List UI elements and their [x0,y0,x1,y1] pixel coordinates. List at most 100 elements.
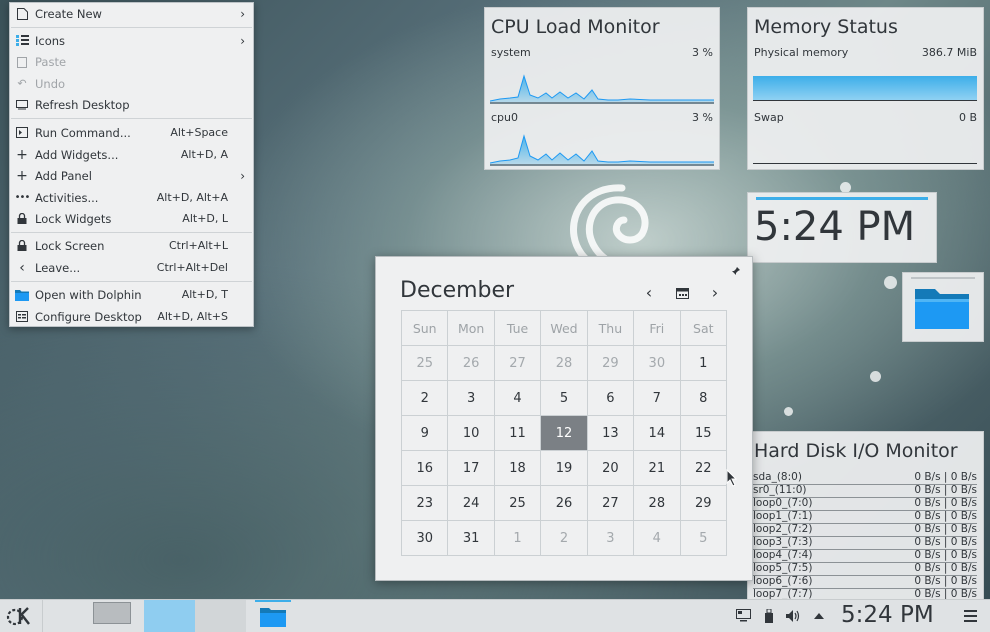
menu-item-label: Lock Widgets [35,211,112,226]
menu-item-shortcut: Alt+D, L [182,212,228,225]
calendar-day[interactable]: 11 [493,415,542,451]
memory-status-widget[interactable]: Memory Status Physical memory 386.7 MiB … [747,7,984,170]
calendar-day[interactable]: 25 [493,485,542,521]
calendar-day[interactable]: 13 [586,415,635,451]
calendar-day[interactable]: 7 [633,380,681,416]
calendar-day[interactable]: 3 [447,380,495,416]
icons-view-icon [15,34,29,48]
hdd-rate: 0 B/s | 0 B/s [914,510,977,522]
calendar-day[interactable]: 26 [447,345,495,381]
calendar-day[interactable]: 30 [633,345,681,381]
calendar-popup: December ‹ › Sun Mon Tue Wed Thu Fri Sat… [375,256,753,581]
hard-disk-io-monitor-widget[interactable]: Hard Disk I/O Monitor sda_(8:0) 0 B/s | 0… [747,431,984,601]
calendar-day[interactable]: 4 [493,380,542,416]
menu-item-run-command[interactable]: Run Command... Alt+Space [10,122,253,143]
menu-item-open-with-dolphin[interactable]: Open with Dolphin Alt+D, T [10,284,253,305]
menu-item-shortcut: Alt+D, Alt+S [157,310,228,323]
weekday-label: Sun [400,310,449,346]
calendar-day[interactable]: 10 [447,415,495,451]
device-notifier-icon[interactable] [761,608,777,624]
virtual-desktop-2[interactable] [144,600,195,632]
application-launcher-button[interactable] [6,603,34,629]
calendar-day[interactable]: 28 [540,345,588,381]
calendar-day[interactable]: 1 [679,345,728,381]
cpu-load-monitor-widget[interactable]: CPU Load Monitor system 3 % cpu0 3 % [484,7,720,170]
taskbar-clock[interactable]: 5:24 PM [841,602,934,628]
desktop-dot [784,407,793,416]
calendar-week-row: 2 3 4 5 6 7 8 [400,380,728,416]
hdd-row: loop1_(7:1) 0 B/s | 0 B/s [753,510,977,524]
calendar-day[interactable]: 2 [540,520,588,556]
calendar-day[interactable]: 28 [633,485,681,521]
taskbar-panel: 5:24 PM [0,599,990,632]
cpu-system-graph [490,74,714,104]
calendar-day[interactable]: 25 [400,345,449,381]
menu-item-label: Leave... [35,260,81,275]
menu-item-configure-desktop[interactable]: Configure Desktop Alt+D, Alt+S [10,306,253,327]
calendar-day[interactable]: 31 [447,520,495,556]
calendar-day[interactable]: 23 [400,485,449,521]
menu-item-create-new[interactable]: Create New › [10,3,253,24]
next-month-button[interactable]: › [708,285,722,301]
physical-memory-graph [753,76,977,101]
menu-item-lock-screen[interactable]: Lock Screen Ctrl+Alt+L [10,235,253,256]
calendar-day[interactable]: 18 [493,450,542,486]
menu-item-lock-widgets[interactable]: Lock Widgets Alt+D, L [10,208,253,229]
tray-expand-arrow-icon[interactable] [811,608,827,624]
hdd-row: loop4_(7:4) 0 B/s | 0 B/s [753,549,977,563]
display-settings-icon[interactable] [735,608,751,624]
folder-view-widget[interactable] [902,272,984,342]
calendar-day[interactable]: 29 [679,485,728,521]
calendar-day[interactable]: 20 [586,450,635,486]
calendar-day[interactable]: 21 [633,450,681,486]
calendar-day[interactable]: 30 [400,520,449,556]
calendar-day[interactable]: 3 [586,520,635,556]
panel-options-menu-icon[interactable] [964,610,977,622]
calendar-month-title[interactable]: December [400,278,514,303]
menu-item-label: Open with Dolphin [35,287,142,302]
calendar-day[interactable]: 8 [679,380,728,416]
menu-item-icons[interactable]: Icons › [10,30,253,51]
calendar-day[interactable]: 26 [540,485,588,521]
calendar-day[interactable]: 5 [679,520,728,556]
calendar-day[interactable]: 22 [679,450,728,486]
calendar-day[interactable]: 29 [586,345,635,381]
menu-item-paste[interactable]: Paste [10,51,253,72]
calendar-day[interactable]: 17 [447,450,495,486]
calendar-day[interactable]: 6 [586,380,635,416]
chevron-right-icon: › [240,6,245,21]
calendar-day[interactable]: 9 [400,415,449,451]
cpu0-row: cpu0 3 % [491,111,713,124]
calendar-day[interactable]: 15 [679,415,728,451]
calendar-day[interactable]: 5 [540,380,588,416]
volume-icon[interactable] [785,608,801,624]
calendar-day[interactable]: 14 [633,415,681,451]
calendar-day[interactable]: 27 [586,485,635,521]
menu-item-label: Refresh Desktop [35,97,130,112]
calendar-day[interactable]: 1 [493,520,542,556]
calendar-day[interactable]: 27 [493,345,542,381]
hdd-rate: 0 B/s | 0 B/s [914,471,977,483]
digital-clock-widget[interactable]: 5:24 PM [747,192,937,263]
hdd-device-name: sda_(8:0) [753,471,802,483]
pin-icon[interactable] [731,266,741,276]
calendar-day[interactable]: 16 [400,450,449,486]
calendar-day[interactable]: 24 [447,485,495,521]
previous-month-button[interactable]: ‹ [642,285,656,301]
virtual-desktop-3[interactable] [195,600,246,632]
calendar-day[interactable]: 4 [633,520,681,556]
calendar-day[interactable]: 2 [400,380,449,416]
calendar-day-today[interactable]: 12 [540,415,588,451]
calendar-today-icon[interactable] [676,287,689,299]
menu-item-add-widgets[interactable]: + Add Widgets... Alt+D, A [10,144,253,165]
task-dolphin[interactable] [253,600,293,632]
clock-time: 5:24 PM [754,204,916,250]
hdd-row: sr0_(11:0) 0 B/s | 0 B/s [753,484,977,498]
virtual-desktop-1[interactable] [42,600,94,632]
menu-item-undo[interactable]: ↶ Undo [10,73,253,94]
menu-item-add-panel[interactable]: + Add Panel › [10,165,253,186]
calendar-day[interactable]: 19 [540,450,588,486]
menu-item-leave[interactable]: ‹ Leave... Ctrl+Alt+Del [10,257,253,278]
menu-item-activities[interactable]: ••• Activities... Alt+D, Alt+A [10,187,253,208]
menu-item-refresh-desktop[interactable]: Refresh Desktop [10,94,253,115]
